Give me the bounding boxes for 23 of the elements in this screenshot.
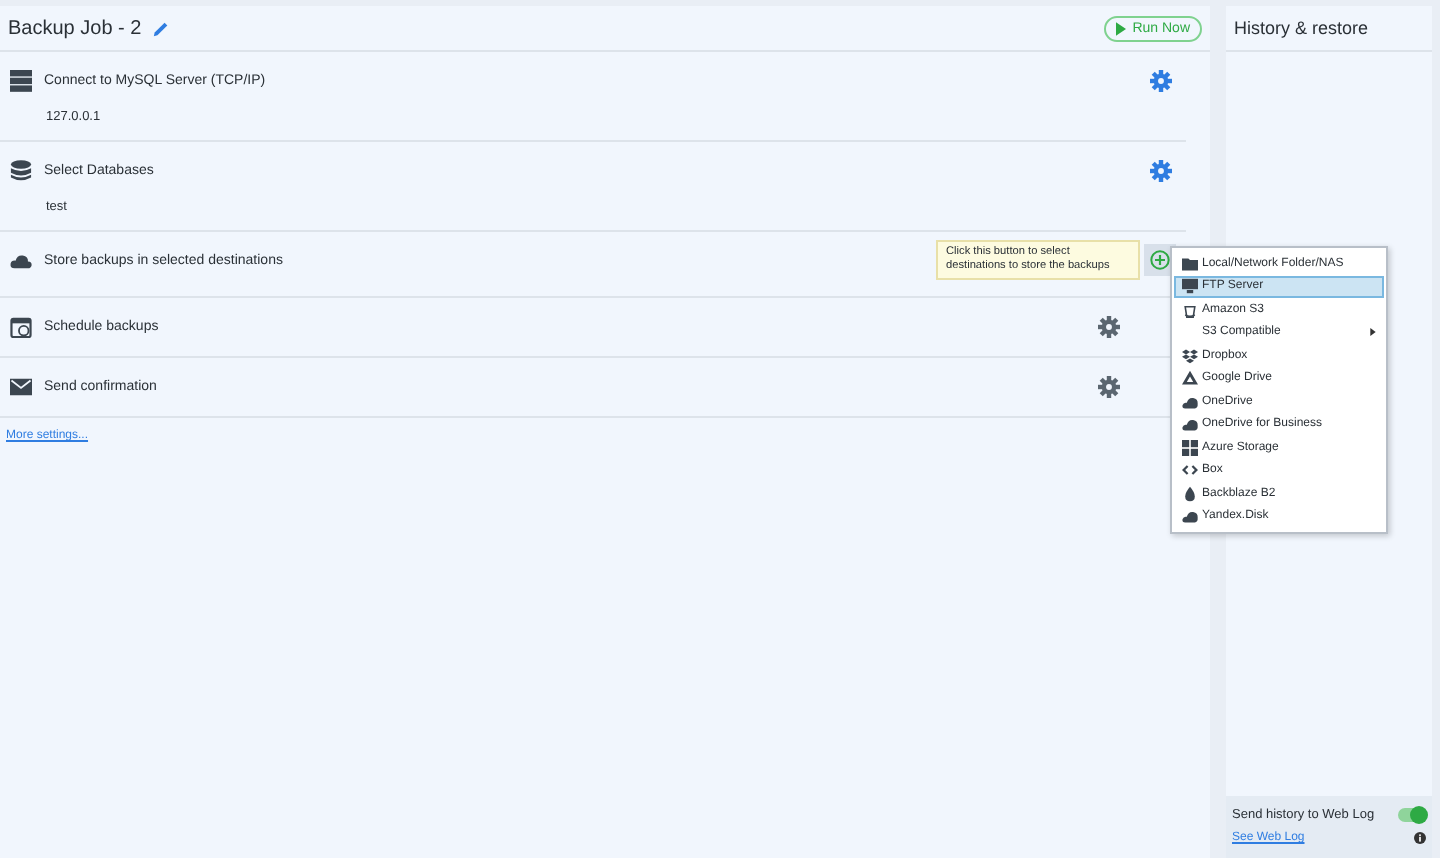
folder-icon (1181, 255, 1197, 272)
triangle-icon (1181, 370, 1197, 387)
envelope-icon (10, 375, 32, 397)
settings-icon[interactable] (1150, 159, 1172, 181)
submenu-arrow-icon (1370, 328, 1376, 337)
web-log-toggle[interactable] (1398, 807, 1426, 821)
job-title: Backup Job - 2 (8, 17, 142, 39)
server-icon (10, 69, 32, 91)
panel-title: History & restore (1234, 18, 1369, 38)
settings-icon[interactable] (1098, 375, 1120, 397)
bucket-icon (1181, 301, 1197, 318)
settings-icon[interactable] (1098, 315, 1120, 337)
play-icon (1116, 21, 1127, 35)
windows-icon (1181, 439, 1197, 456)
cloud-icon (10, 249, 32, 271)
pencil-icon[interactable] (151, 19, 170, 37)
calendar-clock-icon (10, 315, 32, 337)
settings-icon[interactable] (1150, 69, 1172, 91)
arrows-icon (1181, 462, 1197, 479)
cloud-icon (1181, 508, 1197, 525)
info-icon[interactable] (1414, 832, 1426, 844)
database-icon (10, 159, 32, 181)
monitor-icon (1181, 278, 1197, 295)
